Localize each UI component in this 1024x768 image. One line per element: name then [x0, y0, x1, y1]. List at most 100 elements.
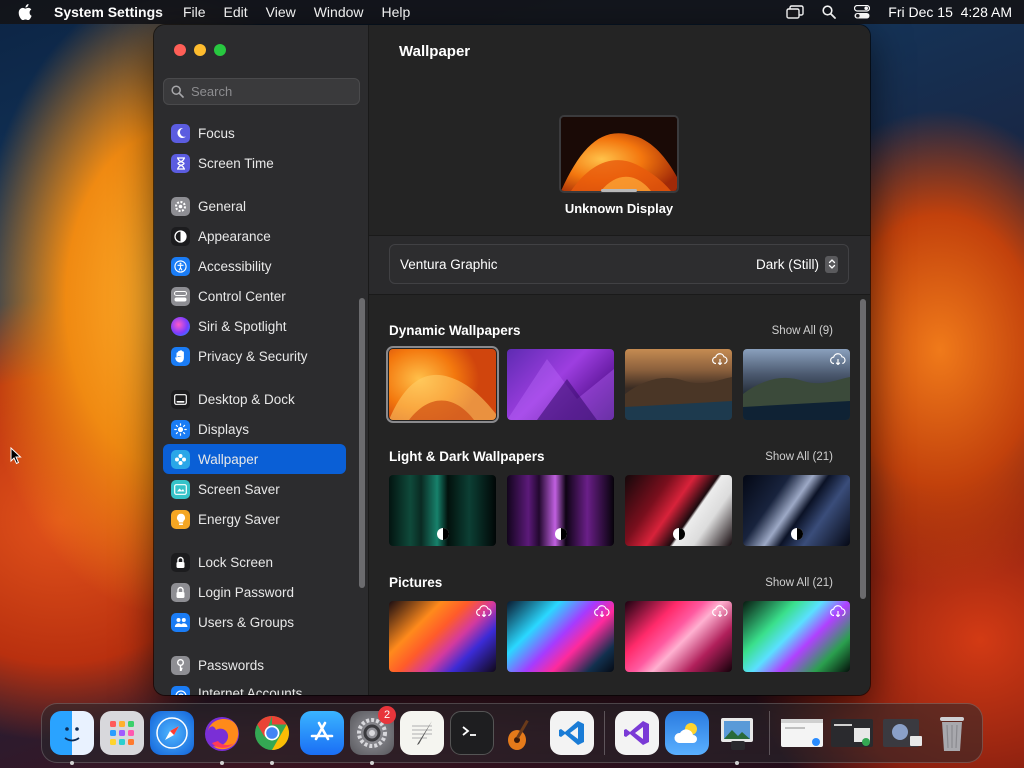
sidebar-item-lock-screen[interactable]: Lock Screen: [163, 547, 346, 577]
app-menu[interactable]: System Settings: [54, 4, 163, 20]
wallpaper-thumb[interactable]: [625, 601, 732, 672]
sidebar-item-label: Control Center: [198, 288, 286, 304]
dock-chrome[interactable]: [250, 711, 294, 765]
spotlight-icon[interactable]: [822, 5, 837, 19]
dock-textedit[interactable]: [400, 711, 444, 755]
dock-recent-window-2[interactable]: [830, 711, 874, 755]
sidebar-item-screen-saver[interactable]: Screen Saver: [163, 474, 346, 504]
show-all-pictures-button[interactable]: Show All (21): [765, 577, 833, 589]
sidebar-item-displays[interactable]: Displays: [163, 414, 346, 444]
sidebar-item-label: Energy Saver: [198, 511, 280, 527]
app-store-icon: [300, 711, 344, 755]
main-scrollbar[interactable]: [860, 299, 866, 599]
dock-finder[interactable]: [50, 711, 94, 765]
sidebar-item-focus[interactable]: Focus: [163, 118, 346, 148]
dock-garageband[interactable]: [500, 711, 544, 755]
menu-help[interactable]: Help: [382, 4, 411, 20]
wallpaper-thumb[interactable]: [507, 475, 614, 546]
visual-studio-icon: [615, 711, 659, 755]
sidebar-item-wallpaper[interactable]: Wallpaper: [163, 444, 346, 474]
dock-trash[interactable]: [930, 711, 974, 755]
guitar-icon: [500, 711, 544, 755]
dock-firefox[interactable]: [200, 711, 244, 765]
menu-file[interactable]: File: [183, 4, 206, 20]
sidebar-item-accessibility[interactable]: Accessibility: [163, 251, 346, 281]
main-pane: Wallpaper Unknown Display Ventura Graphi…: [369, 25, 870, 695]
dock-system-settings[interactable]: 2: [350, 706, 396, 765]
sidebar-item-passwords[interactable]: Passwords: [163, 650, 346, 680]
sidebar-item-label: Passwords: [198, 657, 265, 673]
sidebar-item-users-groups[interactable]: Users & Groups: [163, 607, 346, 637]
sidebar-item-screen-time[interactable]: Screen Time: [163, 148, 346, 178]
page-title: Wallpaper: [399, 43, 471, 60]
menu-window[interactable]: Window: [314, 4, 364, 20]
dock-visual-studio[interactable]: [615, 711, 659, 755]
download-cloud-icon: [476, 605, 492, 617]
sidebar-item-siri-spotlight[interactable]: Siri & Spotlight: [163, 311, 346, 341]
search-field[interactable]: [163, 78, 360, 105]
dock-launchpad[interactable]: [100, 711, 144, 755]
dock-preview[interactable]: [715, 711, 759, 765]
control-center-icon[interactable]: [854, 5, 871, 19]
users-icon: [171, 612, 190, 632]
show-all-light-dark-button[interactable]: Show All (21): [765, 451, 833, 463]
menu-view[interactable]: View: [266, 4, 296, 20]
menubar-clock[interactable]: Fri Dec 15 4:28 AM: [888, 4, 1012, 20]
style-popup-label: Dark (Still): [756, 256, 819, 272]
running-indicator: [270, 761, 274, 765]
window-thumbnail-icon: [780, 711, 824, 755]
wallpaper-thumb[interactable]: [743, 349, 850, 420]
sidebar-item-appearance[interactable]: Appearance: [163, 221, 346, 251]
wallpaper-thumb[interactable]: [507, 349, 614, 420]
dock-recent-window-3[interactable]: [880, 711, 924, 755]
control-center-icon: [171, 286, 190, 306]
wallpaper-thumb[interactable]: [389, 601, 496, 672]
wallpaper-thumb[interactable]: [625, 475, 732, 546]
zoom-button[interactable]: [214, 44, 226, 56]
dock-recent-window-1[interactable]: [780, 711, 824, 755]
wallpaper-thumb[interactable]: [743, 475, 850, 546]
running-indicator: [370, 761, 374, 765]
wallpaper-picker: Ventura Graphic Dark (Still): [389, 244, 849, 284]
style-popup-button[interactable]: Dark (Still): [756, 255, 838, 273]
wallpaper-thumb[interactable]: [386, 346, 499, 423]
light-dark-icon: [554, 528, 567, 540]
sun-icon: [171, 419, 190, 439]
sidebar-item-login-password[interactable]: Login Password: [163, 577, 346, 607]
notification-badge: 2: [378, 706, 396, 724]
sidebar-item-label: Screen Saver: [198, 481, 280, 497]
show-all-dynamic-button[interactable]: Show All (9): [772, 325, 833, 337]
apple-icon[interactable]: [18, 4, 32, 20]
dock-safari[interactable]: [150, 711, 194, 755]
minimize-button[interactable]: [194, 44, 206, 56]
display-stand: [601, 189, 637, 192]
search-input[interactable]: [191, 84, 341, 99]
running-indicator: [735, 761, 739, 765]
sidebar-item-desktop-dock[interactable]: Desktop & Dock: [163, 384, 346, 414]
close-button[interactable]: [174, 44, 186, 56]
dock-app-store[interactable]: [300, 711, 344, 755]
wallpaper-thumb[interactable]: [743, 601, 850, 672]
preview-icon: [715, 711, 759, 755]
dock-weather[interactable]: [665, 711, 709, 755]
sidebar-item-label: Displays: [198, 421, 250, 437]
sidebar-item-general[interactable]: General: [163, 191, 346, 221]
running-indicator: [220, 761, 224, 765]
wallpaper-thumb[interactable]: [507, 601, 614, 672]
dock-vscode[interactable]: [550, 711, 594, 755]
sidebar-item-control-center[interactable]: Control Center: [163, 281, 346, 311]
dock-terminal[interactable]: [450, 711, 494, 755]
sidebar-scrollbar[interactable]: [359, 298, 365, 588]
sidebar-item-label: Privacy & Security: [198, 348, 308, 364]
gear-icon: [171, 196, 190, 216]
wallpaper-thumb[interactable]: [389, 475, 496, 546]
screen-mirroring-icon[interactable]: [786, 5, 804, 19]
sidebar-item-internet-accounts[interactable]: Internet Accounts: [163, 680, 346, 695]
section-header-pictures: Pictures Show All (21): [389, 575, 833, 590]
menu-edit[interactable]: Edit: [224, 4, 248, 20]
pictures-row: [389, 601, 850, 672]
sidebar-item-energy-saver[interactable]: Energy Saver: [163, 504, 346, 534]
dock-separator: [604, 711, 605, 755]
wallpaper-thumb[interactable]: [625, 349, 732, 420]
sidebar-item-privacy-security[interactable]: Privacy & Security: [163, 341, 346, 371]
